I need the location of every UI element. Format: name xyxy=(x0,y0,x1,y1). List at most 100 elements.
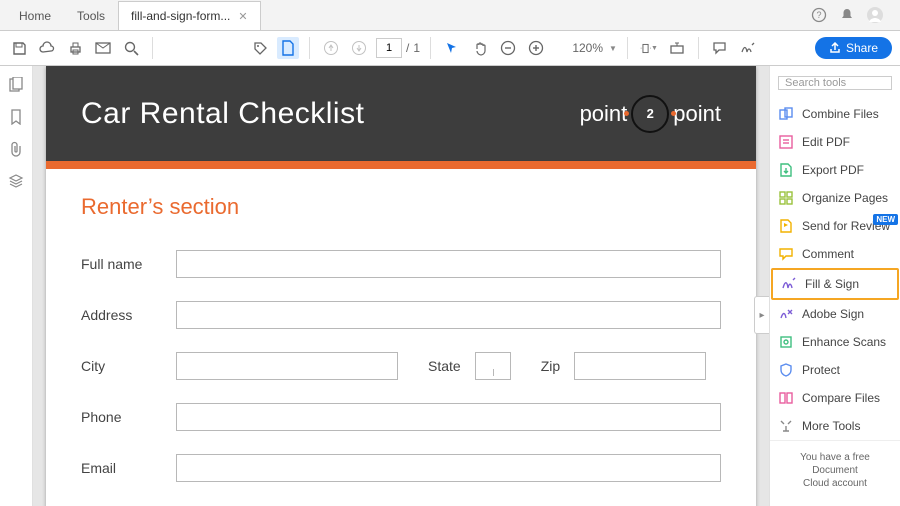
section-heading: Renter’s section xyxy=(81,194,721,220)
tab-file-label: fill-and-sign-form... xyxy=(131,9,230,23)
tool-organize-pages[interactable]: Organize Pages xyxy=(770,184,900,212)
tool-fill-sign[interactable]: Fill & Sign xyxy=(771,268,899,300)
tool-icon xyxy=(778,106,794,122)
tool-icon xyxy=(778,162,794,178)
layers-icon[interactable] xyxy=(7,172,25,190)
prev-page-icon[interactable] xyxy=(320,37,342,59)
bookmark-icon[interactable] xyxy=(7,108,25,126)
tool-icon xyxy=(778,390,794,406)
print-icon[interactable] xyxy=(64,37,86,59)
label-state: State xyxy=(428,358,461,374)
label-email: Email xyxy=(81,460,176,476)
label-address: Address xyxy=(81,307,176,323)
attachment-icon[interactable] xyxy=(7,140,25,158)
page-current-input[interactable] xyxy=(376,38,402,58)
mail-icon[interactable] xyxy=(92,37,114,59)
save-icon[interactable] xyxy=(8,37,30,59)
tool-label: Comment xyxy=(802,247,854,261)
help-icon[interactable]: ? xyxy=(810,6,828,24)
share-icon xyxy=(829,42,841,54)
tool-label: Protect xyxy=(802,363,840,377)
zoom-out-icon[interactable] xyxy=(497,37,519,59)
input-zip[interactable] xyxy=(574,352,706,380)
tool-icon xyxy=(778,362,794,378)
new-badge: NEW xyxy=(873,214,898,225)
input-fullname[interactable] xyxy=(176,250,721,278)
tool-icon xyxy=(778,218,794,234)
tool-label: Combine Files xyxy=(802,107,879,121)
zoom-dropdown[interactable]: 120%▼ xyxy=(553,41,617,55)
left-rail xyxy=(0,66,33,506)
tool-label: More Tools xyxy=(802,419,860,433)
tool-adobe-sign[interactable]: Adobe Sign xyxy=(770,300,900,328)
input-city[interactable] xyxy=(176,352,398,380)
separator xyxy=(309,37,310,59)
comment-icon[interactable] xyxy=(709,37,731,59)
tool-send-for-review[interactable]: Send for ReviewNEW xyxy=(770,212,900,240)
separator xyxy=(698,37,699,59)
tool-edit-pdf[interactable]: Edit PDF xyxy=(770,128,900,156)
document-viewport[interactable]: Car Rental Checklist point 2 point Rente… xyxy=(33,66,769,506)
tab-home[interactable]: Home xyxy=(6,1,64,30)
tool-icon xyxy=(778,306,794,322)
user-icon[interactable] xyxy=(866,6,884,24)
input-state[interactable] xyxy=(475,352,511,380)
tool-label: Edit PDF xyxy=(802,135,850,149)
page-icon[interactable] xyxy=(277,37,299,59)
page-counter: / 1 xyxy=(376,38,420,58)
fit-width-icon[interactable]: ▼ xyxy=(638,37,660,59)
sign-icon[interactable] xyxy=(737,37,759,59)
next-page-icon[interactable] xyxy=(348,37,370,59)
tool-icon xyxy=(778,418,794,434)
doc-title: Car Rental Checklist xyxy=(81,97,364,131)
label-city: City xyxy=(81,358,176,374)
toolbar: / 1 120%▼ ▼ Share xyxy=(0,31,900,66)
separator xyxy=(430,37,431,59)
tool-label: Fill & Sign xyxy=(805,277,859,291)
tool-icon xyxy=(778,334,794,350)
label-zip: Zip xyxy=(541,358,560,374)
separator xyxy=(627,37,628,59)
input-phone[interactable] xyxy=(176,403,721,431)
tool-compare-files[interactable]: Compare Files xyxy=(770,384,900,412)
share-button[interactable]: Share xyxy=(815,37,892,59)
tool-enhance-scans[interactable]: Enhance Scans xyxy=(770,328,900,356)
tab-file[interactable]: fill-and-sign-form... ✕ xyxy=(118,1,261,30)
tool-icon xyxy=(778,134,794,150)
title-tabs: Home Tools fill-and-sign-form... ✕ ? xyxy=(0,0,900,31)
tab-tools[interactable]: Tools xyxy=(64,1,118,30)
cloud-icon[interactable] xyxy=(36,37,58,59)
tool-label: Enhance Scans xyxy=(802,335,886,349)
tool-label: Compare Files xyxy=(802,391,880,405)
input-address[interactable] xyxy=(176,301,721,329)
label-fullname: Full name xyxy=(81,256,176,272)
input-email[interactable] xyxy=(176,454,721,482)
zoom-in-icon[interactable] xyxy=(525,37,547,59)
svg-text:?: ? xyxy=(816,10,821,20)
bell-icon[interactable] xyxy=(838,6,856,24)
tool-label: Adobe Sign xyxy=(802,307,864,321)
tool-label: Organize Pages xyxy=(802,191,888,205)
search-icon[interactable] xyxy=(120,37,142,59)
doc-header: Car Rental Checklist point 2 point xyxy=(46,66,756,161)
tool-more-tools[interactable]: More Tools xyxy=(770,412,900,440)
separator xyxy=(152,37,153,59)
pdf-page: Car Rental Checklist point 2 point Rente… xyxy=(46,66,756,506)
tag-icon[interactable] xyxy=(249,37,271,59)
tool-icon xyxy=(778,190,794,206)
account-footer: You have a free Document Cloud account xyxy=(770,440,900,500)
search-tools-input[interactable]: Search tools xyxy=(778,76,892,90)
collapse-panel-icon[interactable]: ▸ xyxy=(754,296,769,334)
close-icon[interactable]: ✕ xyxy=(238,10,247,23)
pointer-icon[interactable] xyxy=(441,37,463,59)
hand-icon[interactable] xyxy=(469,37,491,59)
tool-icon xyxy=(781,276,797,292)
form-area: Renter’s section Full name Address City … xyxy=(46,169,756,506)
tool-export-pdf[interactable]: Export PDF xyxy=(770,156,900,184)
tool-combine-files[interactable]: Combine Files xyxy=(770,100,900,128)
tool-comment[interactable]: Comment xyxy=(770,240,900,268)
brand-logo: point 2 point xyxy=(580,95,721,133)
fit-page-icon[interactable] xyxy=(666,37,688,59)
thumbnails-icon[interactable] xyxy=(7,76,25,94)
tool-protect[interactable]: Protect xyxy=(770,356,900,384)
